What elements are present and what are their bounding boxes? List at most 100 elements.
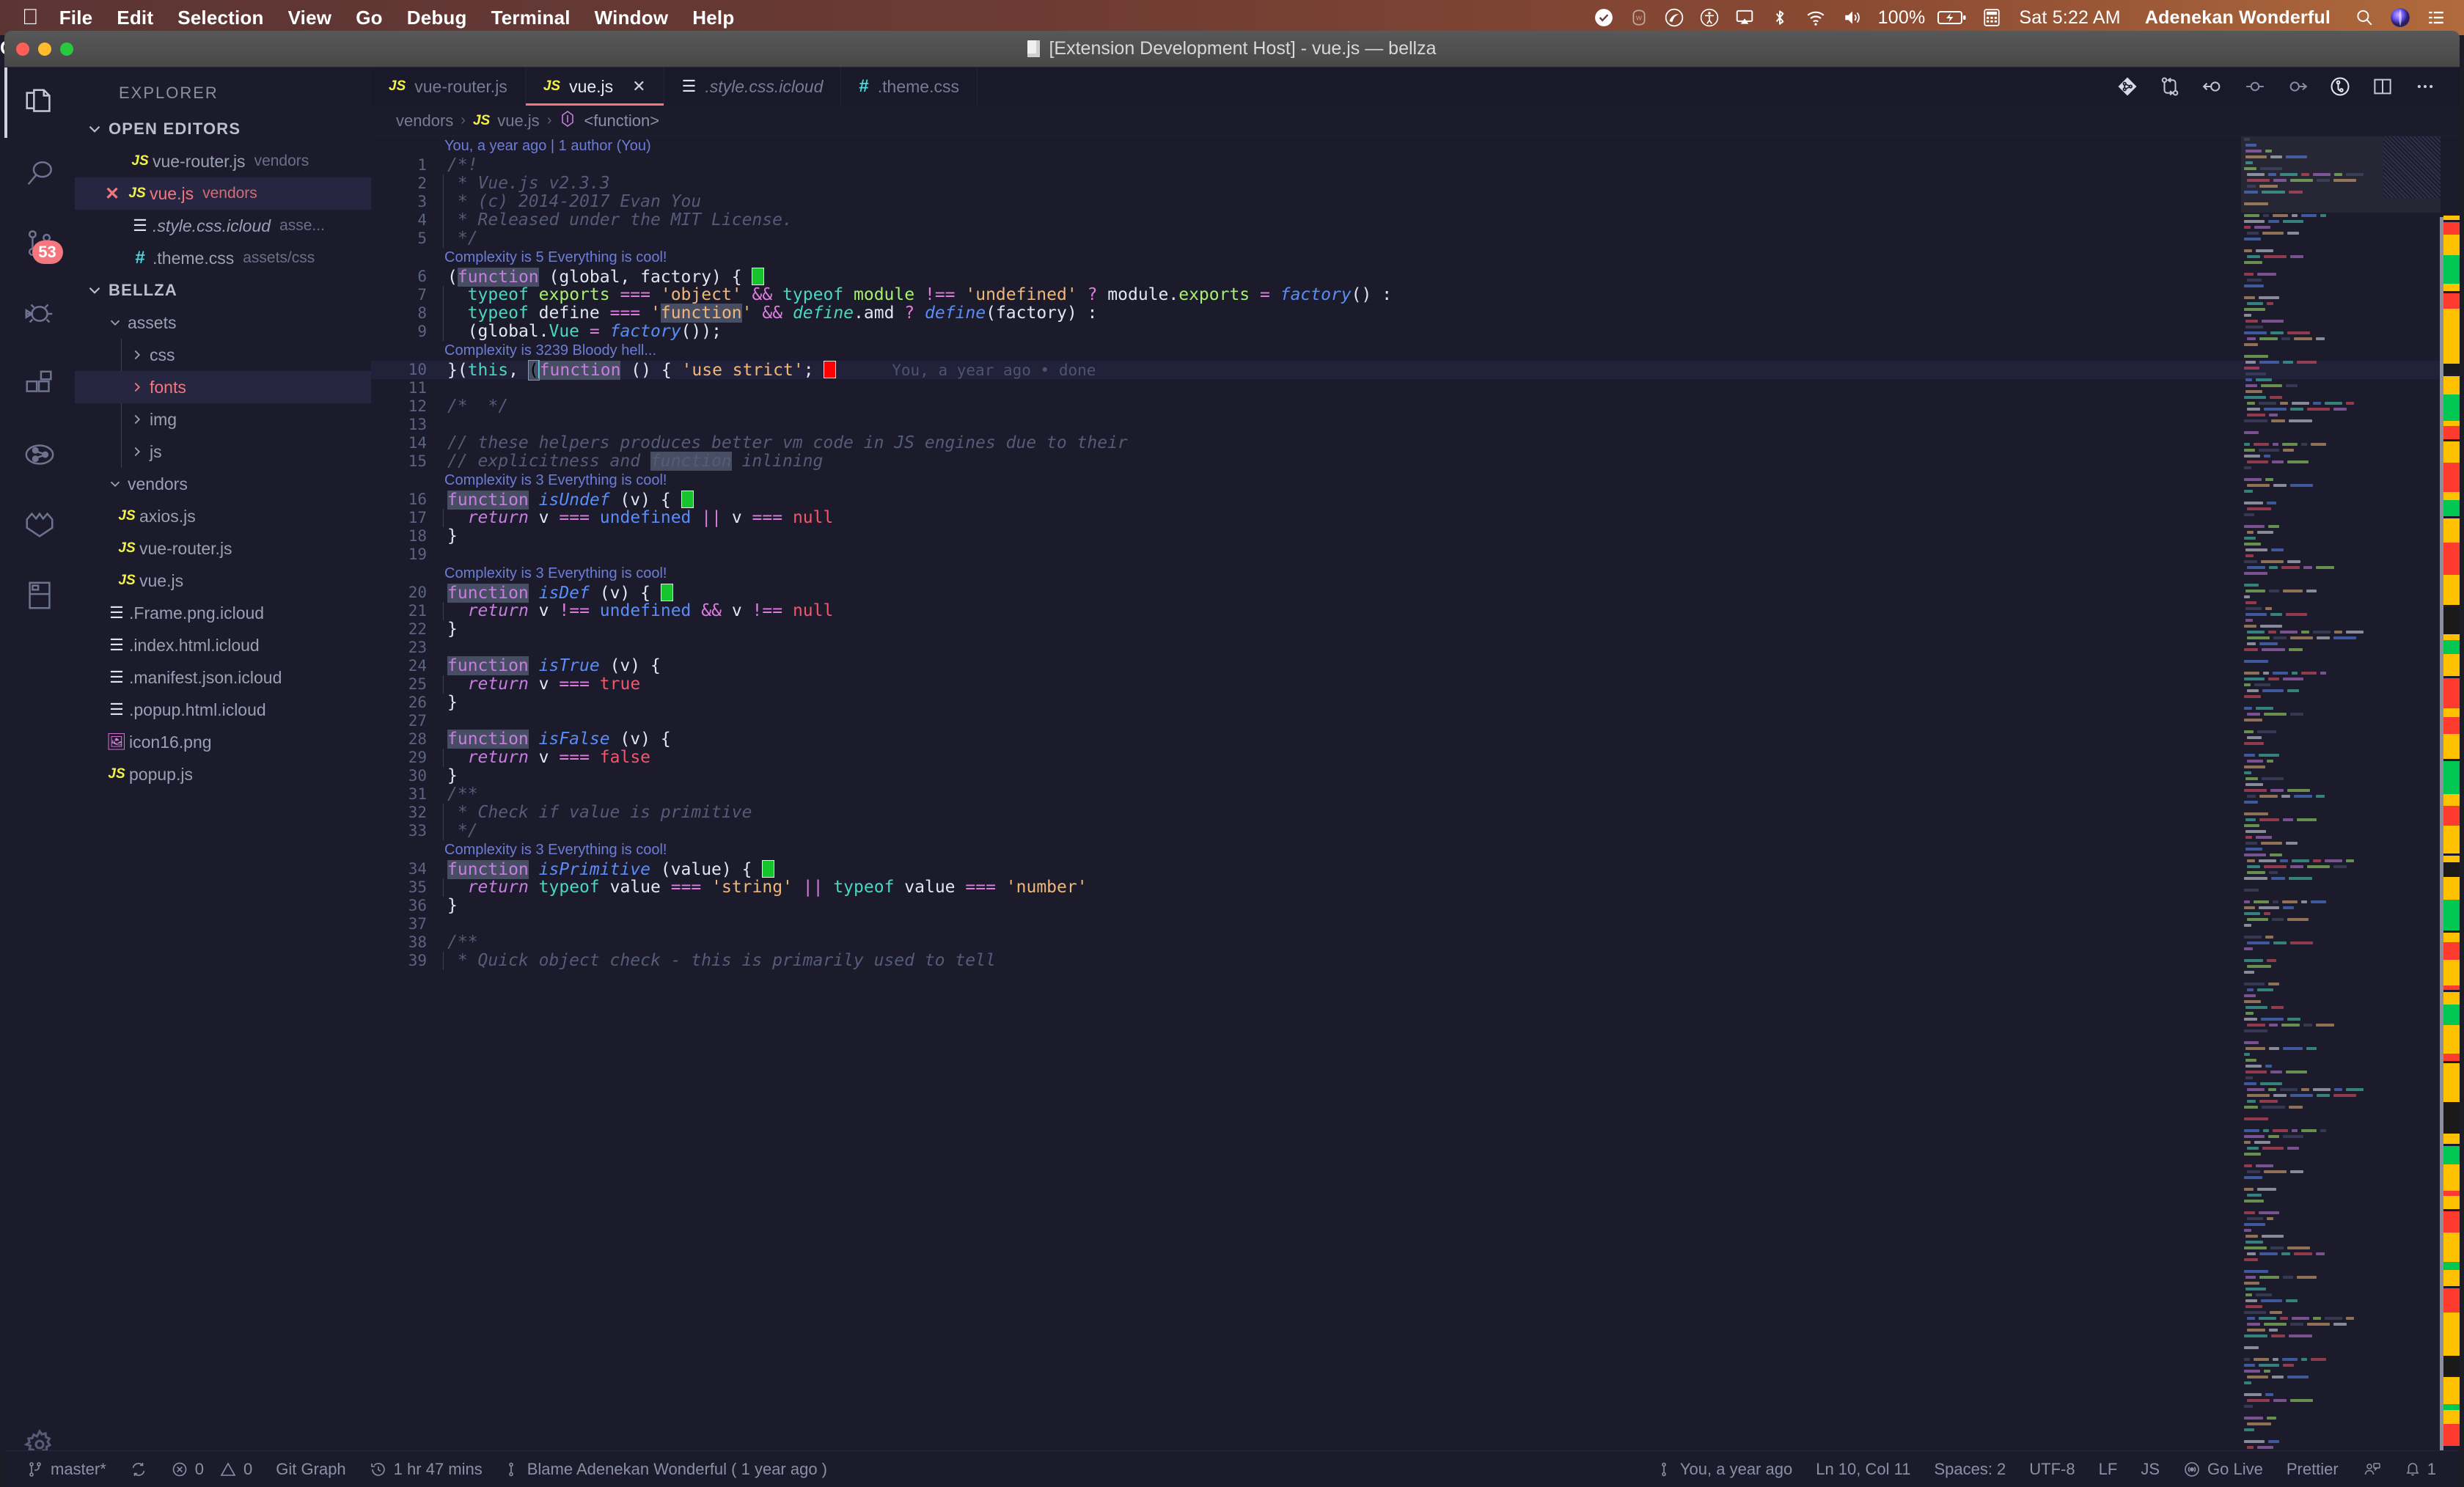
codelens-complexity[interactable]: Complexity is 5 Everything is cool! bbox=[444, 248, 667, 268]
apple-icon[interactable]:  bbox=[22, 7, 39, 29]
breadcrumb-vendors[interactable]: vendors bbox=[396, 111, 453, 131]
menu-item-debug[interactable]: Debug bbox=[407, 7, 467, 29]
tree-file-index-html-icloud[interactable]: ☰ .index.html.icloud bbox=[75, 629, 371, 661]
open-editor-vue-router[interactable]: JS vue-router.js vendors bbox=[75, 145, 371, 177]
tab-style-css-icloud[interactable]: ☰ .style.css.icloud bbox=[664, 67, 842, 106]
code-editor[interactable]: You, a year ago | 1 author (You) 1/*! 2 … bbox=[371, 136, 2460, 1487]
calculator-icon[interactable] bbox=[1983, 8, 2001, 27]
activity-item-git-graph[interactable] bbox=[4, 419, 75, 490]
tree-file-vue[interactable]: JS vue.js bbox=[75, 565, 371, 597]
status-indentation[interactable]: Spaces: 2 bbox=[1922, 1451, 2017, 1487]
tree-folder-js[interactable]: js bbox=[75, 436, 371, 468]
activity-item-search[interactable] bbox=[4, 138, 75, 208]
status-prettier[interactable]: Prettier bbox=[2275, 1451, 2350, 1487]
maximize-button[interactable] bbox=[60, 43, 73, 56]
control-center-icon[interactable] bbox=[2427, 8, 2446, 27]
menu-item-view[interactable]: View bbox=[288, 7, 332, 29]
clock-label[interactable]: Sat 5:22 AM bbox=[2019, 7, 2120, 29]
codelens-complexity[interactable]: Complexity is 3239 Bloody hell... bbox=[444, 341, 656, 361]
status-time-tracker[interactable]: 1 hr 47 mins bbox=[358, 1451, 494, 1487]
tree-folder-vendors[interactable]: vendors bbox=[75, 468, 371, 500]
js-file-icon: JS bbox=[389, 78, 406, 95]
status-eol[interactable]: LF bbox=[2087, 1451, 2130, 1487]
status-language-mode[interactable]: JS bbox=[2129, 1451, 2171, 1487]
tab-vue-router-js[interactable]: JS vue-router.js bbox=[371, 67, 526, 106]
menu-item-file[interactable]: File bbox=[59, 7, 93, 29]
tree-file-axios[interactable]: JS axios.js bbox=[75, 500, 371, 532]
airplay-icon[interactable] bbox=[1735, 8, 1754, 27]
go-back-icon[interactable] bbox=[2191, 67, 2234, 106]
search-icon[interactable] bbox=[2355, 8, 2374, 27]
codelens-complexity[interactable]: Complexity is 3 Everything is cool! bbox=[444, 840, 667, 860]
activity-item-explorer[interactable] bbox=[4, 67, 75, 138]
activity-item-gitlens[interactable] bbox=[4, 490, 75, 560]
tab-vue-js[interactable]: JS vue.js ✕ bbox=[526, 67, 664, 106]
status-notifications[interactable]: 1 bbox=[2393, 1451, 2448, 1487]
split-editor-icon[interactable] bbox=[2361, 67, 2404, 106]
close-button[interactable] bbox=[16, 43, 29, 56]
status-blame-author[interactable]: You, a year ago bbox=[1647, 1451, 1804, 1487]
breadcrumb-symbol[interactable]: <function> bbox=[584, 111, 659, 131]
tab-theme-css[interactable]: # .theme.css bbox=[841, 67, 978, 106]
section-project-bellza[interactable]: BELLZA bbox=[75, 274, 371, 306]
status-go-live[interactable]: Go Live bbox=[2171, 1451, 2275, 1487]
tree-file-icon16-png[interactable]: 🖼 icon16.png bbox=[75, 726, 371, 758]
tree-folder-fonts[interactable]: fonts bbox=[75, 371, 371, 403]
tree-file-vue-router[interactable]: JS vue-router.js bbox=[75, 532, 371, 565]
overview-ruler[interactable] bbox=[2441, 136, 2460, 1487]
compare-branches-icon[interactable] bbox=[2149, 67, 2191, 106]
codelens-complexity[interactable]: Complexity is 3 Everything is cool! bbox=[444, 471, 667, 491]
bluetooth-icon[interactable] bbox=[1770, 8, 1789, 27]
wacom-icon[interactable]: W bbox=[1629, 8, 1649, 27]
tree-file-manifest-json-icloud[interactable]: ☰ .manifest.json.icloud bbox=[75, 661, 371, 694]
tree-folder-img[interactable]: img bbox=[75, 403, 371, 436]
tree-file-popup-js[interactable]: JS popup.js bbox=[75, 758, 371, 790]
open-editor-theme-css[interactable]: # .theme.css assets/css bbox=[75, 242, 371, 274]
tree-folder-assets[interactable]: assets bbox=[75, 306, 371, 339]
menu-item-edit[interactable]: Edit bbox=[117, 7, 153, 29]
editor-minimap[interactable] bbox=[2241, 136, 2441, 1487]
status-encoding[interactable]: UTF-8 bbox=[2017, 1451, 2086, 1487]
breadcrumb-file[interactable]: vue.js bbox=[497, 111, 539, 131]
close-icon[interactable]: ✕ bbox=[632, 77, 645, 96]
tree-file-frame-png-icloud[interactable]: ☰ .Frame.png.icloud bbox=[75, 597, 371, 629]
menu-item-window[interactable]: Window bbox=[595, 7, 669, 29]
go-forward-icon[interactable] bbox=[2276, 67, 2319, 106]
tree-folder-css[interactable]: css bbox=[75, 339, 371, 371]
battery-charging-icon[interactable] bbox=[1937, 9, 1967, 26]
menu-item-terminal[interactable]: Terminal bbox=[491, 7, 571, 29]
codelens-complexity[interactable]: Complexity is 3 Everything is cool! bbox=[444, 564, 667, 584]
status-sync[interactable] bbox=[118, 1451, 159, 1487]
menu-item-selection[interactable]: Selection bbox=[177, 7, 263, 29]
menu-item-help[interactable]: Help bbox=[692, 7, 734, 29]
status-problems[interactable]: 0 0 bbox=[159, 1451, 265, 1487]
close-icon[interactable]: ✕ bbox=[100, 183, 125, 205]
open-editor-style-css[interactable]: ☰ .style.css.icloud asse... bbox=[75, 210, 371, 242]
activity-item-extensions[interactable] bbox=[4, 349, 75, 419]
blame-icon[interactable] bbox=[2319, 67, 2361, 106]
nvidia-icon[interactable] bbox=[1665, 8, 1684, 27]
open-editor-vue[interactable]: ✕ JS vue.js vendors bbox=[75, 177, 371, 210]
commit-icon[interactable] bbox=[2234, 67, 2276, 106]
status-feedback[interactable] bbox=[2350, 1451, 2393, 1487]
wifi-icon[interactable] bbox=[1805, 8, 1826, 27]
checkmark-circle-icon[interactable] bbox=[1594, 8, 1613, 27]
more-actions-icon[interactable] bbox=[2404, 67, 2446, 106]
status-git-graph[interactable]: Git Graph bbox=[264, 1451, 357, 1487]
siri-icon[interactable] bbox=[2390, 7, 2410, 28]
activity-item-source-control[interactable]: 53 bbox=[4, 208, 75, 279]
tree-file-popup-html-icloud[interactable]: ☰ .popup.html.icloud bbox=[75, 694, 371, 726]
minimize-button[interactable] bbox=[38, 43, 51, 56]
section-open-editors[interactable]: OPEN EDITORS bbox=[75, 113, 371, 145]
volume-icon[interactable] bbox=[1842, 8, 1863, 27]
status-branch[interactable]: master* bbox=[15, 1451, 118, 1487]
accessibility-icon[interactable] bbox=[1700, 8, 1719, 27]
user-name-label[interactable]: Adenekan Wonderful bbox=[2145, 7, 2331, 29]
status-blame[interactable]: Blame Adenekan Wonderful ( 1 year ago ) bbox=[494, 1451, 839, 1487]
blame-header[interactable]: You, a year ago | 1 author (You) bbox=[444, 136, 651, 156]
activity-item-remote-explorer[interactable] bbox=[4, 560, 75, 631]
activity-item-debug[interactable] bbox=[4, 279, 75, 349]
menu-item-go[interactable]: Go bbox=[356, 7, 383, 29]
git-graph-icon[interactable] bbox=[2106, 67, 2149, 106]
status-cursor-position[interactable]: Ln 10, Col 11 bbox=[1804, 1451, 1922, 1487]
